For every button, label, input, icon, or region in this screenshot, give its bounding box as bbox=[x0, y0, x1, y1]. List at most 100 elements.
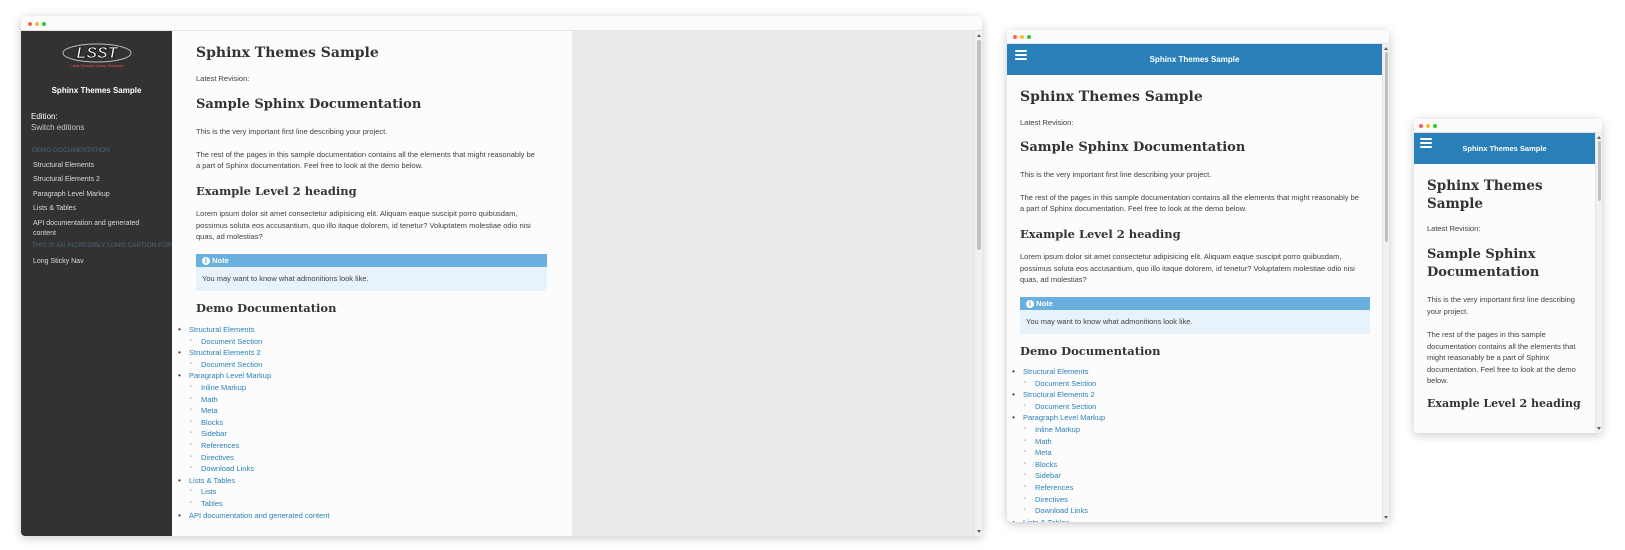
top-nav-title[interactable]: Sphinx Themes Sample bbox=[1150, 55, 1240, 64]
scroll-down-icon[interactable] bbox=[1384, 516, 1388, 519]
intro-paragraph: This is the very important first line de… bbox=[1427, 295, 1575, 316]
toc-bullet: • bbox=[178, 347, 181, 358]
note-body: You may want to know what admonitions lo… bbox=[1020, 310, 1370, 334]
scrollbar[interactable] bbox=[1595, 133, 1602, 433]
toc-sub-link[interactable]: Sidebar bbox=[201, 429, 227, 438]
sidebar-item-structural-elements-2[interactable]: Structural Elements 2 bbox=[33, 175, 161, 185]
rest-paragraph: The rest of the pages in this sample doc… bbox=[1427, 330, 1576, 385]
heading-sample-docs: Sample Sphinx Documentation bbox=[1020, 140, 1246, 155]
toc-sub-link[interactable]: Download Links bbox=[1035, 506, 1088, 515]
scroll-down-icon[interactable] bbox=[976, 530, 981, 533]
sidebar-item-long-sticky-nav[interactable]: Long Sticky Nav bbox=[33, 257, 161, 267]
heading-sample-docs: Sample Sphinx Documentation bbox=[196, 97, 422, 112]
page-title: Sphinx Themes Sample bbox=[1020, 89, 1203, 105]
toc-link[interactable]: Paragraph Level Markup bbox=[1023, 413, 1105, 422]
toc-sub-link[interactable]: Document Section bbox=[201, 360, 262, 369]
close-window-icon[interactable] bbox=[1419, 124, 1423, 128]
toc-link[interactable]: Structural Elements 2 bbox=[1023, 390, 1095, 399]
sidebar-item-lists-tables[interactable]: Lists & Tables bbox=[33, 204, 161, 214]
toc-sub-link[interactable]: Math bbox=[201, 395, 218, 404]
toc-link[interactable]: Lists & Tables bbox=[189, 476, 235, 485]
maximize-window-icon[interactable] bbox=[1027, 35, 1031, 39]
toc-sub-link[interactable]: Document Section bbox=[1035, 379, 1096, 388]
scrollbar[interactable] bbox=[974, 31, 982, 536]
toc-sub-link[interactable]: Sidebar bbox=[1035, 471, 1061, 480]
toc-sub-link[interactable]: Tables bbox=[201, 499, 223, 508]
toc-sub-link[interactable]: References bbox=[201, 441, 239, 450]
toc-sub-bullet: ◦ bbox=[190, 453, 193, 460]
toc-sub-link[interactable]: Meta bbox=[1035, 448, 1052, 457]
scrollbar-thumb[interactable] bbox=[976, 40, 981, 250]
toc-sub-link[interactable]: Meta bbox=[201, 406, 218, 415]
info-circle-icon: i bbox=[1026, 300, 1034, 308]
toc-sub-bullet: ◦ bbox=[1024, 379, 1027, 386]
toc-sub-bullet: ◦ bbox=[1024, 437, 1027, 444]
lorem-paragraph: Lorem ipsum dolor sit amet consectetur a… bbox=[1020, 252, 1355, 284]
heading-level-2: Example Level 2 heading bbox=[1427, 397, 1581, 410]
toc-bullet: • bbox=[1012, 366, 1015, 376]
scrollbar-thumb[interactable] bbox=[1597, 141, 1601, 201]
sidebar-item-paragraph-markup[interactable]: Paragraph Level Markup bbox=[33, 190, 161, 200]
top-nav-title[interactable]: Sphinx Themes Sample bbox=[1462, 144, 1546, 153]
toc-sub-link[interactable]: Blocks bbox=[1035, 460, 1057, 469]
toc-sub-bullet: ◦ bbox=[190, 384, 193, 390]
switch-editions-link[interactable]: Switch editions bbox=[31, 123, 84, 132]
toc-bullet: • bbox=[1012, 516, 1015, 522]
top-nav-bar: Sphinx Themes Sample bbox=[1414, 133, 1595, 164]
toc-sub-bullet: ◦ bbox=[1024, 495, 1027, 502]
toc-sub-bullet: ◦ bbox=[190, 488, 193, 495]
close-window-icon[interactable] bbox=[1013, 35, 1017, 39]
sidebar-project-title[interactable]: Sphinx Themes Sample bbox=[21, 86, 172, 95]
toc-sub-link[interactable]: Document Section bbox=[1035, 402, 1096, 411]
toc-sub-link[interactable]: Inline Markup bbox=[201, 383, 246, 392]
toc-sub-bullet: ◦ bbox=[1024, 449, 1027, 456]
tablet-browser-window: Sphinx Themes Sample Sphinx Themes Sampl… bbox=[1007, 30, 1389, 522]
note-body: You may want to know what admonitions lo… bbox=[196, 267, 547, 291]
intro-paragraph: This is the very important first line de… bbox=[1020, 170, 1212, 179]
toc-sub-link[interactable]: Blocks bbox=[201, 418, 223, 427]
toc-link[interactable]: Structural Elements 2 bbox=[189, 348, 261, 357]
desktop-browser-window: LSST Large Synoptic Survey Telescope Sph… bbox=[21, 16, 982, 536]
maximize-window-icon[interactable] bbox=[42, 22, 46, 26]
close-window-icon[interactable] bbox=[28, 22, 32, 26]
scrollbar-thumb[interactable] bbox=[1384, 52, 1388, 242]
lsst-logo[interactable]: LSST Large Synoptic Survey Telescope bbox=[57, 41, 137, 69]
scrollbar[interactable] bbox=[1382, 44, 1389, 522]
page-title: Sphinx Themes Sample bbox=[196, 45, 379, 61]
toc-sub-bullet: ◦ bbox=[1024, 402, 1027, 409]
heading-demo-docs: Demo Documentation bbox=[1020, 344, 1161, 358]
toc-sub-link[interactable]: Download Links bbox=[201, 464, 254, 473]
toc-sub-link[interactable]: Math bbox=[1035, 437, 1052, 446]
minimize-window-icon[interactable] bbox=[1426, 124, 1430, 128]
toc-link[interactable]: API documentation and generated content bbox=[189, 511, 330, 520]
hamburger-icon[interactable] bbox=[1420, 138, 1432, 148]
scroll-up-icon[interactable] bbox=[1597, 136, 1601, 139]
toc-sub-bullet: ◦ bbox=[190, 360, 193, 367]
minimize-window-icon[interactable] bbox=[1020, 35, 1024, 39]
toc-bullet: • bbox=[178, 474, 181, 485]
sidebar-item-api-docs[interactable]: API documentation and generated content bbox=[33, 219, 161, 238]
toc-sub-link[interactable]: Directives bbox=[201, 453, 234, 462]
scroll-down-icon[interactable] bbox=[1597, 427, 1601, 430]
scroll-up-icon[interactable] bbox=[1384, 47, 1388, 50]
toc-link[interactable]: Paragraph Level Markup bbox=[189, 371, 271, 380]
toc-link[interactable]: Lists & Tables bbox=[1023, 518, 1069, 522]
scroll-up-icon[interactable] bbox=[976, 34, 981, 37]
toc-link[interactable]: Structural Elements bbox=[189, 325, 254, 334]
sidebar-item-structural-elements[interactable]: Structural Elements bbox=[33, 161, 161, 171]
revision-text: Latest Revision: bbox=[1020, 118, 1074, 127]
minimize-window-icon[interactable] bbox=[35, 22, 39, 26]
toc-sub-link[interactable]: Directives bbox=[1035, 495, 1068, 504]
toc-link[interactable]: Structural Elements bbox=[1023, 367, 1088, 376]
rest-paragraph: The rest of the pages in this sample doc… bbox=[196, 150, 535, 170]
toc-sub-link[interactable]: References bbox=[1035, 483, 1073, 492]
toc-sub-bullet: ◦ bbox=[190, 407, 193, 414]
maximize-window-icon[interactable] bbox=[1433, 124, 1437, 128]
toc-sub-link[interactable]: Lists bbox=[201, 487, 216, 496]
toc-sub-link[interactable]: Inline Markup bbox=[1035, 425, 1080, 434]
toc-sub-bullet: ◦ bbox=[190, 418, 193, 425]
hamburger-icon[interactable] bbox=[1015, 50, 1027, 60]
toc-sub-link[interactable]: Document Section bbox=[201, 337, 262, 346]
rest-paragraph: The rest of the pages in this sample doc… bbox=[1020, 193, 1359, 213]
toc-sub-bullet: ◦ bbox=[1024, 426, 1027, 432]
